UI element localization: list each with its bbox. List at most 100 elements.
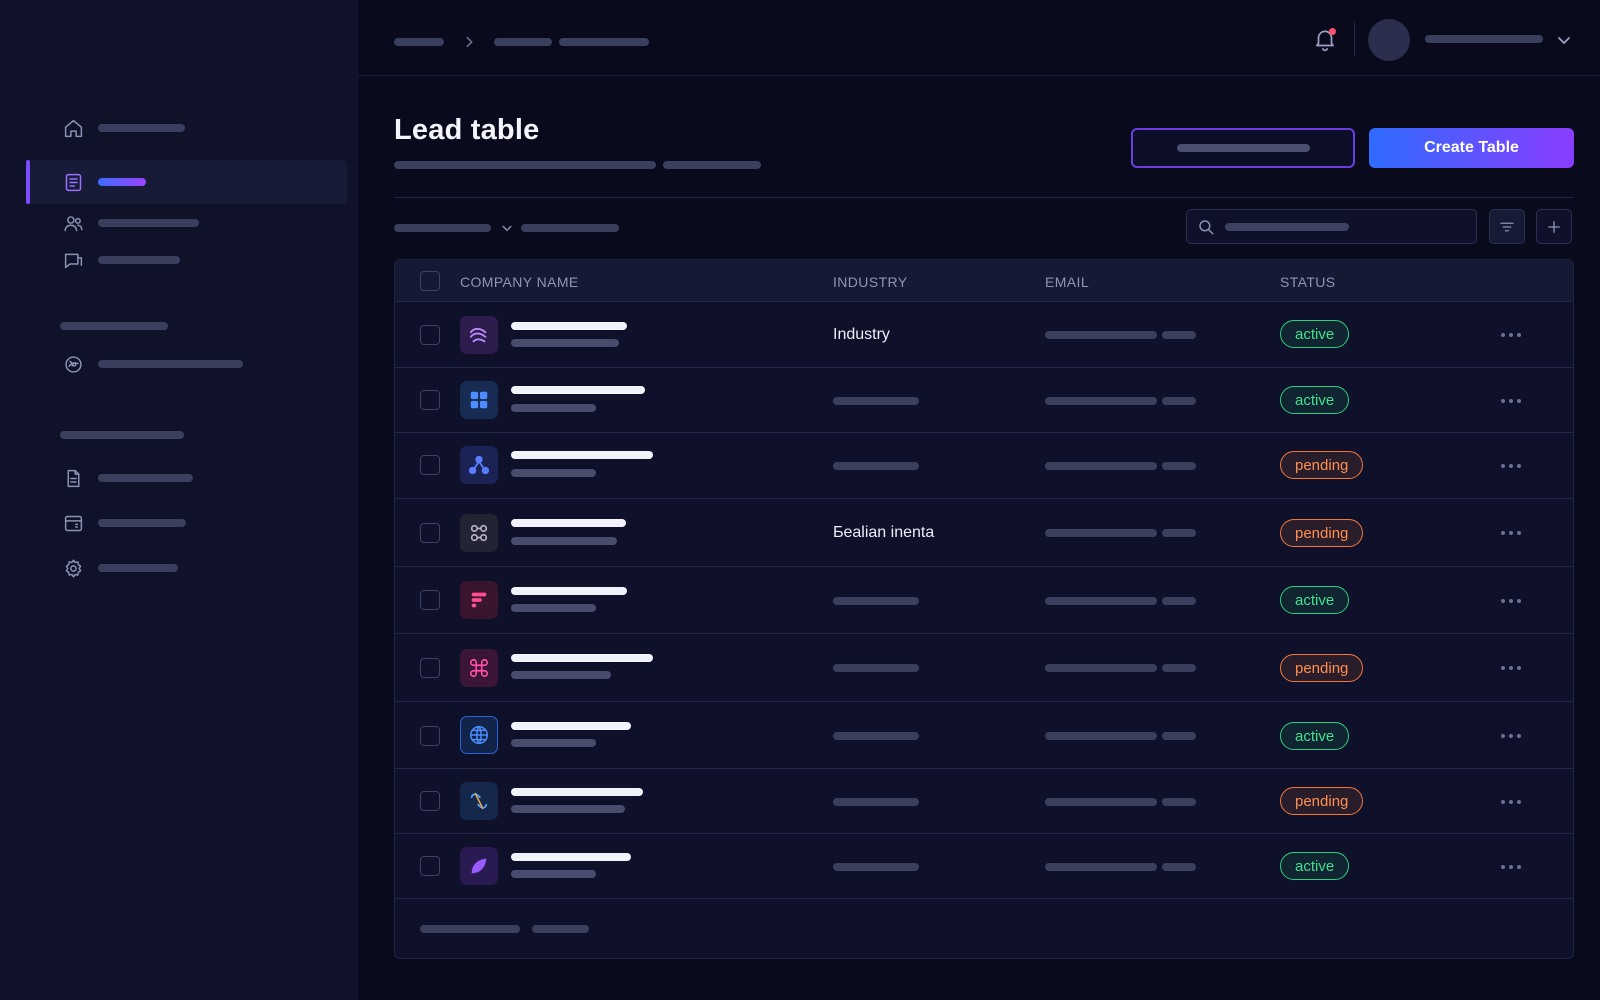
sidebar-item-label: [98, 219, 199, 227]
company-name: [511, 322, 627, 330]
calendar-card-icon: [62, 512, 84, 534]
command-knot-icon: [469, 658, 489, 678]
sidebar-item-sync[interactable]: [26, 342, 347, 386]
row-more-button[interactable]: [1501, 800, 1521, 804]
chevron-down-icon[interactable]: [1556, 32, 1572, 48]
home-icon: [62, 117, 84, 139]
sidebar-item-documents[interactable]: [26, 456, 347, 500]
company-contact: [511, 671, 611, 679]
email-cell: [1045, 529, 1196, 537]
company-name: [511, 519, 626, 527]
search-icon: [1197, 218, 1215, 236]
email-cell: [1045, 331, 1196, 339]
table-row[interactable]: active: [395, 834, 1573, 899]
row-checkbox[interactable]: [420, 390, 440, 410]
sidebar-item-messages[interactable]: [26, 238, 347, 282]
wave-stack-icon: [469, 327, 487, 343]
sidebar-item-calendar[interactable]: [26, 501, 347, 545]
sidebar-item-label: [98, 564, 178, 572]
sidebar-item-leads[interactable]: [26, 160, 347, 204]
company-name: [511, 386, 645, 394]
sidebar-item-settings[interactable]: [26, 546, 347, 590]
email-cell: [1045, 462, 1196, 470]
row-checkbox[interactable]: [420, 791, 440, 811]
globe-icon: [470, 726, 488, 744]
company-contact: [511, 469, 596, 477]
flag-lines-icon: [471, 592, 487, 608]
pagination-control[interactable]: [532, 925, 589, 933]
row-checkbox[interactable]: [420, 590, 440, 610]
sidebar-section-label: [60, 431, 184, 439]
status-badge: active: [1280, 586, 1350, 614]
breadcrumb-item[interactable]: [494, 38, 552, 46]
column-header-industry[interactable]: INDUSTRY: [833, 274, 908, 290]
sidebar-item-home[interactable]: [26, 106, 347, 150]
row-more-button[interactable]: [1501, 865, 1521, 869]
table-row[interactable]: active: [395, 368, 1573, 433]
company-contact: [511, 537, 617, 545]
row-checkbox[interactable]: [420, 325, 440, 345]
network-node-icon: [468, 455, 490, 475]
filter-button[interactable]: [1489, 209, 1525, 244]
chevron-down-icon[interactable]: [501, 222, 513, 234]
notifications-button[interactable]: [1312, 26, 1338, 52]
industry-cell: [833, 798, 919, 806]
breadcrumb-item[interactable]: [394, 38, 444, 46]
page-subtitle: [394, 161, 761, 169]
sidebar-item-label: [98, 124, 185, 132]
table-row[interactable]: pending: [395, 634, 1573, 702]
top-bar: [358, 0, 1600, 76]
row-checkbox[interactable]: [420, 523, 440, 543]
row-more-button[interactable]: [1501, 399, 1521, 403]
row-checkbox[interactable]: [420, 726, 440, 746]
company-contact: [511, 604, 596, 612]
add-button[interactable]: [1536, 209, 1572, 244]
users-icon: [62, 212, 84, 234]
table-row[interactable]: Industry active: [395, 302, 1573, 368]
row-more-button[interactable]: [1501, 599, 1521, 603]
table-row[interactable]: active: [395, 702, 1573, 769]
secondary-button[interactable]: [1131, 128, 1355, 168]
row-more-button[interactable]: [1501, 464, 1521, 468]
breadcrumb: [394, 35, 649, 49]
industry-cell: [833, 664, 919, 672]
view-dropdown[interactable]: [394, 224, 491, 232]
sidebar: [0, 0, 358, 1000]
avatar[interactable]: [1368, 19, 1410, 61]
industry-cell: [833, 397, 919, 405]
row-checkbox[interactable]: [420, 658, 440, 678]
status-badge: active: [1280, 722, 1350, 750]
sidebar-item-label: [98, 360, 243, 368]
select-all-checkbox[interactable]: [420, 271, 440, 291]
industry-cell: [833, 597, 919, 605]
company-name: [511, 722, 631, 730]
email-cell: [1045, 863, 1196, 871]
column-header-company[interactable]: COMPANY NAME: [460, 274, 579, 290]
company-logo: [460, 316, 498, 354]
filter-label[interactable]: [521, 224, 619, 232]
company-name: [511, 654, 653, 662]
sidebar-section-label: [60, 322, 168, 330]
table-row[interactable]: pending: [395, 769, 1573, 834]
row-more-button[interactable]: [1501, 531, 1521, 535]
table-row[interactable]: active: [395, 567, 1573, 634]
table-row[interactable]: Ƃealian inenta pending: [395, 499, 1573, 567]
column-header-status[interactable]: STATUS: [1280, 274, 1336, 290]
row-more-button[interactable]: [1501, 333, 1521, 337]
company-logo: [460, 847, 498, 885]
row-more-button[interactable]: [1501, 666, 1521, 670]
row-more-button[interactable]: [1501, 734, 1521, 738]
create-table-button[interactable]: Create Table: [1369, 128, 1574, 168]
industry-cell: Ƃealian inenta: [833, 524, 935, 541]
search-input[interactable]: [1225, 216, 1465, 238]
user-name[interactable]: [1425, 35, 1543, 43]
email-cell: [1045, 798, 1196, 806]
table-row[interactable]: pending: [395, 433, 1573, 499]
status-badge: pending: [1280, 787, 1364, 815]
status-badge: pending: [1280, 519, 1364, 547]
row-checkbox[interactable]: [420, 856, 440, 876]
column-header-email[interactable]: EMAIL: [1045, 274, 1089, 290]
company-logo: [460, 581, 498, 619]
row-checkbox[interactable]: [420, 455, 440, 475]
industry-cell: [833, 462, 919, 470]
